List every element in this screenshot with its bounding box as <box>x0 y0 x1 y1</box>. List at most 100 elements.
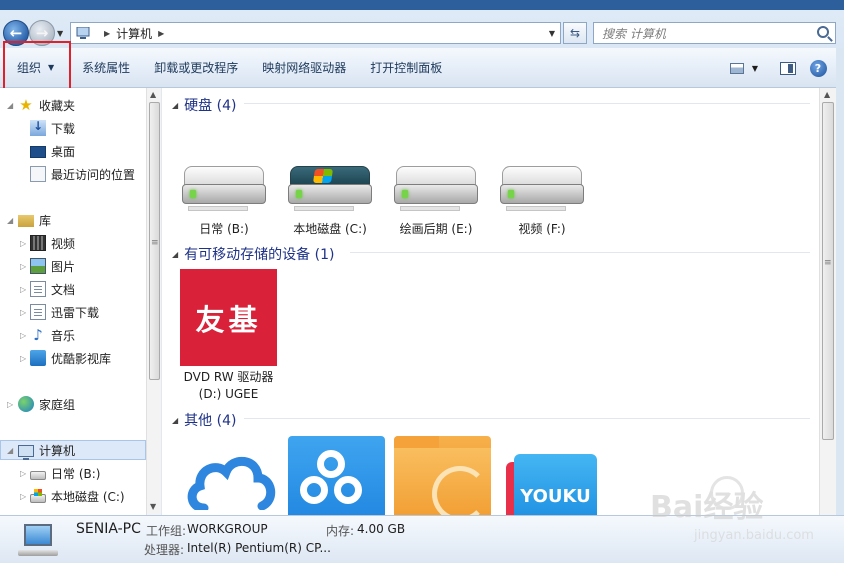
command-bar: 组织 ▼ 系统属性 卸载或更改程序 映射网络驱动器 打开控制面板 ▼ ? <box>0 48 844 88</box>
collapsed-arrow-icon[interactable]: ▷ <box>20 308 26 317</box>
drive-tile[interactable]: 绘画后期 (E:) <box>386 158 486 258</box>
open-control-panel-button[interactable]: 打开控制面板 <box>360 56 452 80</box>
organize-label: 组织 <box>17 61 42 75</box>
group-title: 其他 (4) <box>184 413 237 429</box>
address-field[interactable]: ▶ 计算机 ▶ ▼ <box>70 22 561 44</box>
content-scrollbar[interactable]: ▲ ≡ <box>819 88 836 515</box>
system-properties-button[interactable]: 系统属性 <box>72 56 140 80</box>
recent-pages-dropdown[interactable]: ▼ <box>57 29 63 38</box>
breadcrumb-chevron-icon[interactable]: ▶ <box>104 29 110 38</box>
expanded-arrow-icon[interactable]: ◢ <box>7 446 13 455</box>
drive-tile[interactable]: 本地磁盘 (C:) <box>280 158 380 258</box>
baidu-netdisk-icon <box>334 476 362 504</box>
content-scrollbar-thumb[interactable] <box>822 102 834 440</box>
chevron-down-icon: ▼ <box>48 63 55 72</box>
nav-label: 日常 (B:) <box>51 466 101 481</box>
music-note-icon: ♪ <box>33 326 43 344</box>
help-icon: ? <box>809 59 827 77</box>
collapsed-arrow-icon[interactable]: ▷ <box>20 469 26 478</box>
address-dropdown-icon[interactable]: ▼ <box>549 29 555 38</box>
collapsed-arrow-icon[interactable]: ▷ <box>20 285 26 294</box>
pictures-library-icon <box>30 258 46 274</box>
nav-item-desktop[interactable]: 桌面 <box>30 141 75 161</box>
nav-item-documents[interactable]: ▷ 文档 <box>18 279 75 299</box>
nav-item-computer[interactable]: ◢ 计算机 <box>3 440 75 460</box>
expanded-arrow-icon[interactable]: ◢ <box>7 216 13 225</box>
divider-line <box>244 103 810 104</box>
group-header-other[interactable]: ◢ 其他 (4) <box>172 410 236 430</box>
nav-item-videos[interactable]: ▷ 视频 <box>18 233 75 253</box>
nav-label: 家庭组 <box>39 397 76 412</box>
nav-item-youku-library[interactable]: ▷ 优酷影视库 <box>18 348 111 368</box>
details-pane: SENIA-PC 工作组: WORKGROUP 内存: 4.00 GB 处理器:… <box>0 515 844 563</box>
search-input[interactable]: 搜索 计算机 <box>593 22 836 44</box>
expanded-arrow-icon[interactable]: ◢ <box>172 250 178 259</box>
organize-button[interactable]: 组织 ▼ <box>7 56 64 80</box>
nav-label: 桌面 <box>51 144 76 159</box>
library-icon <box>18 215 34 227</box>
clock-icon <box>432 466 488 515</box>
cloud-drive-shortcut[interactable] <box>182 436 279 515</box>
group-header-removable[interactable]: ◢ 有可移动存储的设备 (1) <box>172 244 334 264</box>
star-icon: ★ <box>19 96 33 114</box>
content-pane: ◢ 硬盘 (4) 日常 (B:) 本地磁盘 (C:) 绘画后期 (E:) 视频 … <box>162 88 819 515</box>
scroll-up-icon[interactable]: ▲ <box>150 90 156 99</box>
collapsed-arrow-icon[interactable]: ▷ <box>20 331 26 340</box>
preview-pane-button[interactable] <box>776 56 800 80</box>
nav-label: 优酷影视库 <box>51 351 112 366</box>
nav-item-libraries[interactable]: ◢ 库 <box>3 210 51 230</box>
forward-arrow-icon: → <box>35 24 49 42</box>
nav-item-downloads[interactable]: 下载 <box>30 118 75 138</box>
baidu-netdisk-icon <box>300 476 328 504</box>
search-icon[interactable] <box>817 26 829 38</box>
collapsed-arrow-icon[interactable]: ▷ <box>20 492 26 501</box>
change-view-button[interactable]: ▼ <box>726 56 762 80</box>
map-network-drive-button[interactable]: 映射网络驱动器 <box>252 56 356 80</box>
nav-item-favorites[interactable]: ◢ ★ 收藏夹 <box>3 95 75 115</box>
nav-item-music[interactable]: ▷ ♪ 音乐 <box>18 325 75 345</box>
search-placeholder: 搜索 计算机 <box>602 26 666 41</box>
expanded-arrow-icon[interactable]: ◢ <box>172 101 178 110</box>
nav-item-drive-b[interactable]: ▷ 日常 (B:) <box>18 463 100 483</box>
group-title: 硬盘 (4) <box>184 98 237 114</box>
drive-label: 本地磁盘 (C:) <box>293 222 367 236</box>
group-header-hard-disks[interactable]: ◢ 硬盘 (4) <box>172 95 236 115</box>
help-button[interactable]: ? <box>806 56 830 80</box>
collapsed-arrow-icon[interactable]: ▷ <box>20 354 26 363</box>
nav-item-pictures[interactable]: ▷ 图片 <box>18 256 75 276</box>
collapsed-arrow-icon[interactable]: ▷ <box>20 262 26 271</box>
uninstall-program-button[interactable]: 卸载或更改程序 <box>144 56 248 80</box>
expanded-arrow-icon[interactable]: ◢ <box>172 416 178 425</box>
back-button[interactable]: ← <box>3 20 29 46</box>
drive-tile[interactable]: 视频 (F:) <box>492 158 592 258</box>
view-tools: ▼ ? <box>720 56 844 80</box>
processor-label: 处理器: <box>144 543 185 557</box>
refresh-button[interactable]: ⇆ <box>563 22 587 44</box>
nav-item-xunlei-downloads[interactable]: ▷ 迅雷下载 <box>18 302 99 322</box>
computer-icon <box>76 26 92 40</box>
scroll-down-icon[interactable]: ▼ <box>150 502 156 511</box>
scroll-up-icon[interactable]: ▲ <box>824 90 830 99</box>
folder-shortcut[interactable] <box>394 436 491 515</box>
youku-shortcut[interactable]: YOUKU <box>500 436 597 515</box>
forward-button[interactable]: → <box>29 20 55 46</box>
drive-tile[interactable]: 日常 (B:) <box>174 158 274 258</box>
divider-line <box>244 418 810 419</box>
dvd-drive-tile[interactable]: 友基 DVD RW 驱动器 (D:) UGEE <box>180 269 280 403</box>
collapsed-arrow-icon[interactable]: ▷ <box>20 239 26 248</box>
baidu-netdisk-shortcut[interactable] <box>288 436 385 515</box>
collapsed-arrow-icon[interactable]: ▷ <box>7 400 13 409</box>
nav-label: 最近访问的位置 <box>51 167 136 182</box>
breadcrumb-chevron-icon[interactable]: ▶ <box>158 29 164 38</box>
nav-label: 文档 <box>51 282 76 297</box>
nav-item-recent[interactable]: 最近访问的位置 <box>30 164 135 184</box>
xunlei-library-icon <box>30 304 46 320</box>
nav-item-drive-c[interactable]: ▷ 本地磁盘 (C:) <box>18 486 125 506</box>
hard-drive-icon <box>30 471 46 480</box>
nav-scrollbar[interactable]: ▲ ≡ ▼ <box>146 88 161 515</box>
breadcrumb-computer[interactable]: 计算机 <box>116 25 152 42</box>
nav-item-homegroup[interactable]: ▷ 家庭组 <box>3 394 75 414</box>
group-title: 有可移动存储的设备 (1) <box>184 247 335 263</box>
youku-library-icon <box>30 350 46 366</box>
expanded-arrow-icon[interactable]: ◢ <box>7 101 13 110</box>
